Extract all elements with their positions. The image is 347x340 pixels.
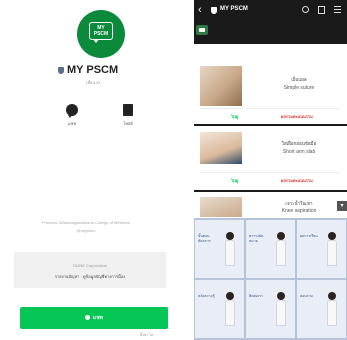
view-lesson-button[interactable]: ไปดู (231, 113, 238, 120)
collapse-arrow-icon[interactable]: ▾ (337, 201, 347, 211)
chat-header: ‹ MY PSCM (194, 0, 347, 22)
chat-action-label: แชท (68, 121, 76, 126)
lesson-english-title: Knee aspiration (281, 208, 317, 214)
rich-menu-item[interactable]: สอบถาม (297, 280, 346, 338)
person-figure (276, 232, 286, 266)
lesson-thumbnail (200, 66, 242, 106)
account-followers: เพื่อน 51 (86, 80, 101, 85)
back-arrow-icon[interactable]: ‹ (198, 3, 202, 17)
verified-shield-icon (58, 66, 64, 74)
score-button[interactable]: ผลรวมคะแนนรวม (281, 113, 313, 120)
profile-screen: MY PSCM MY PSCM เพื่อน 51 แชท โพสต์ Prin… (0, 0, 172, 340)
notes-icon[interactable] (318, 6, 325, 14)
person-figure (225, 292, 235, 326)
provider-title: DLINE Corporation (73, 263, 107, 268)
account-handle: @mypscm (76, 228, 96, 233)
chat-action[interactable]: แชท (58, 104, 86, 127)
chat-icon (85, 315, 91, 321)
posts-action[interactable]: โพสต์ (114, 104, 142, 127)
lesson-thai-title: เย็บแผล (291, 77, 307, 82)
rich-menu-label: ติดต่อเรา (249, 294, 263, 298)
view-lesson-button[interactable]: ไปดู (231, 177, 238, 184)
account-avatar-icon[interactable] (196, 25, 208, 35)
chat-title: MY PSCM (220, 6, 248, 12)
score-button[interactable]: ผลรวมคะแนนรวม (281, 177, 313, 184)
person-figure (327, 292, 337, 326)
footer-note[interactable]: ตั้งค่า ไอ (140, 332, 153, 338)
rich-menu-item[interactable]: ขั้นตอน หัตถการ (195, 220, 244, 278)
rich-menu-item[interactable]: คลังความรู้ (195, 280, 244, 338)
search-icon[interactable] (302, 6, 309, 13)
rich-menu-label: ขั้นตอน หัตถการ (198, 234, 211, 243)
lesson-thai-title: ใส่เฝือกอ่อนข้อมือ (281, 141, 317, 146)
lesson-thumbnail (200, 197, 242, 217)
person-figure (225, 232, 235, 266)
rich-menu-item[interactable]: ตารางนัดหมาย (246, 220, 295, 278)
rich-menu-label: คลังความรู้ (198, 294, 215, 298)
lesson-english-title: Simple suture (283, 85, 315, 91)
rich-menu-item[interactable]: ติดต่อเรา (246, 280, 295, 338)
start-chat-button[interactable]: แชท (20, 307, 168, 329)
account-name: MY PSCM (58, 64, 118, 76)
rich-menu-label: สอบถาม (300, 294, 313, 298)
person-figure (327, 232, 337, 266)
person-figure (276, 292, 286, 326)
lesson-thai-title: เจาะน้ำในเข่า (285, 201, 313, 206)
verified-shield-icon (211, 7, 217, 14)
document-icon (123, 104, 133, 116)
provider-card: DLINE Corporation รายงานปัญหา · ดูข้อมูล… (14, 252, 166, 288)
lesson-thumbnail (200, 132, 242, 164)
account-logo: MY PSCM (77, 10, 125, 58)
menu-icon[interactable] (334, 6, 341, 13)
lesson-card[interactable]: เจาะน้ำในเข่า Knee aspiration (194, 192, 347, 218)
rich-menu-item[interactable]: ผลการเรียน (297, 220, 346, 278)
posts-action-label: โพสต์ (123, 121, 133, 126)
logo-text: MY PSCM (89, 22, 113, 40)
lesson-card[interactable]: ใส่เฝือกอ่อนข้อมือ Short arm slab ไปดู ผ… (194, 126, 347, 190)
rich-menu-label: ตารางนัดหมาย (249, 234, 264, 243)
chat-screen: ‹ MY PSCM เย็บแผล Simple suture ไปดู ผลร… (194, 0, 347, 340)
rich-menu-label: ผลการเรียน (300, 234, 318, 238)
chat-subbar (194, 22, 347, 40)
chat-bubble-icon (66, 104, 78, 118)
rich-menu: ขั้นตอน หัตถการ ตารางนัดหมาย ผลการเรียน … (194, 218, 347, 340)
lesson-english-title: Short arm slab (282, 149, 316, 155)
account-description: Princess Srisavangavadhana College of Me… (41, 220, 131, 225)
lesson-card[interactable]: เย็บแผล Simple suture ไปดู ผลรวมคะแนนรวม (194, 44, 347, 124)
provider-links[interactable]: รายงานปัญหา · ดูข้อมูลบัญชีทางการนี้ลง (14, 273, 166, 280)
